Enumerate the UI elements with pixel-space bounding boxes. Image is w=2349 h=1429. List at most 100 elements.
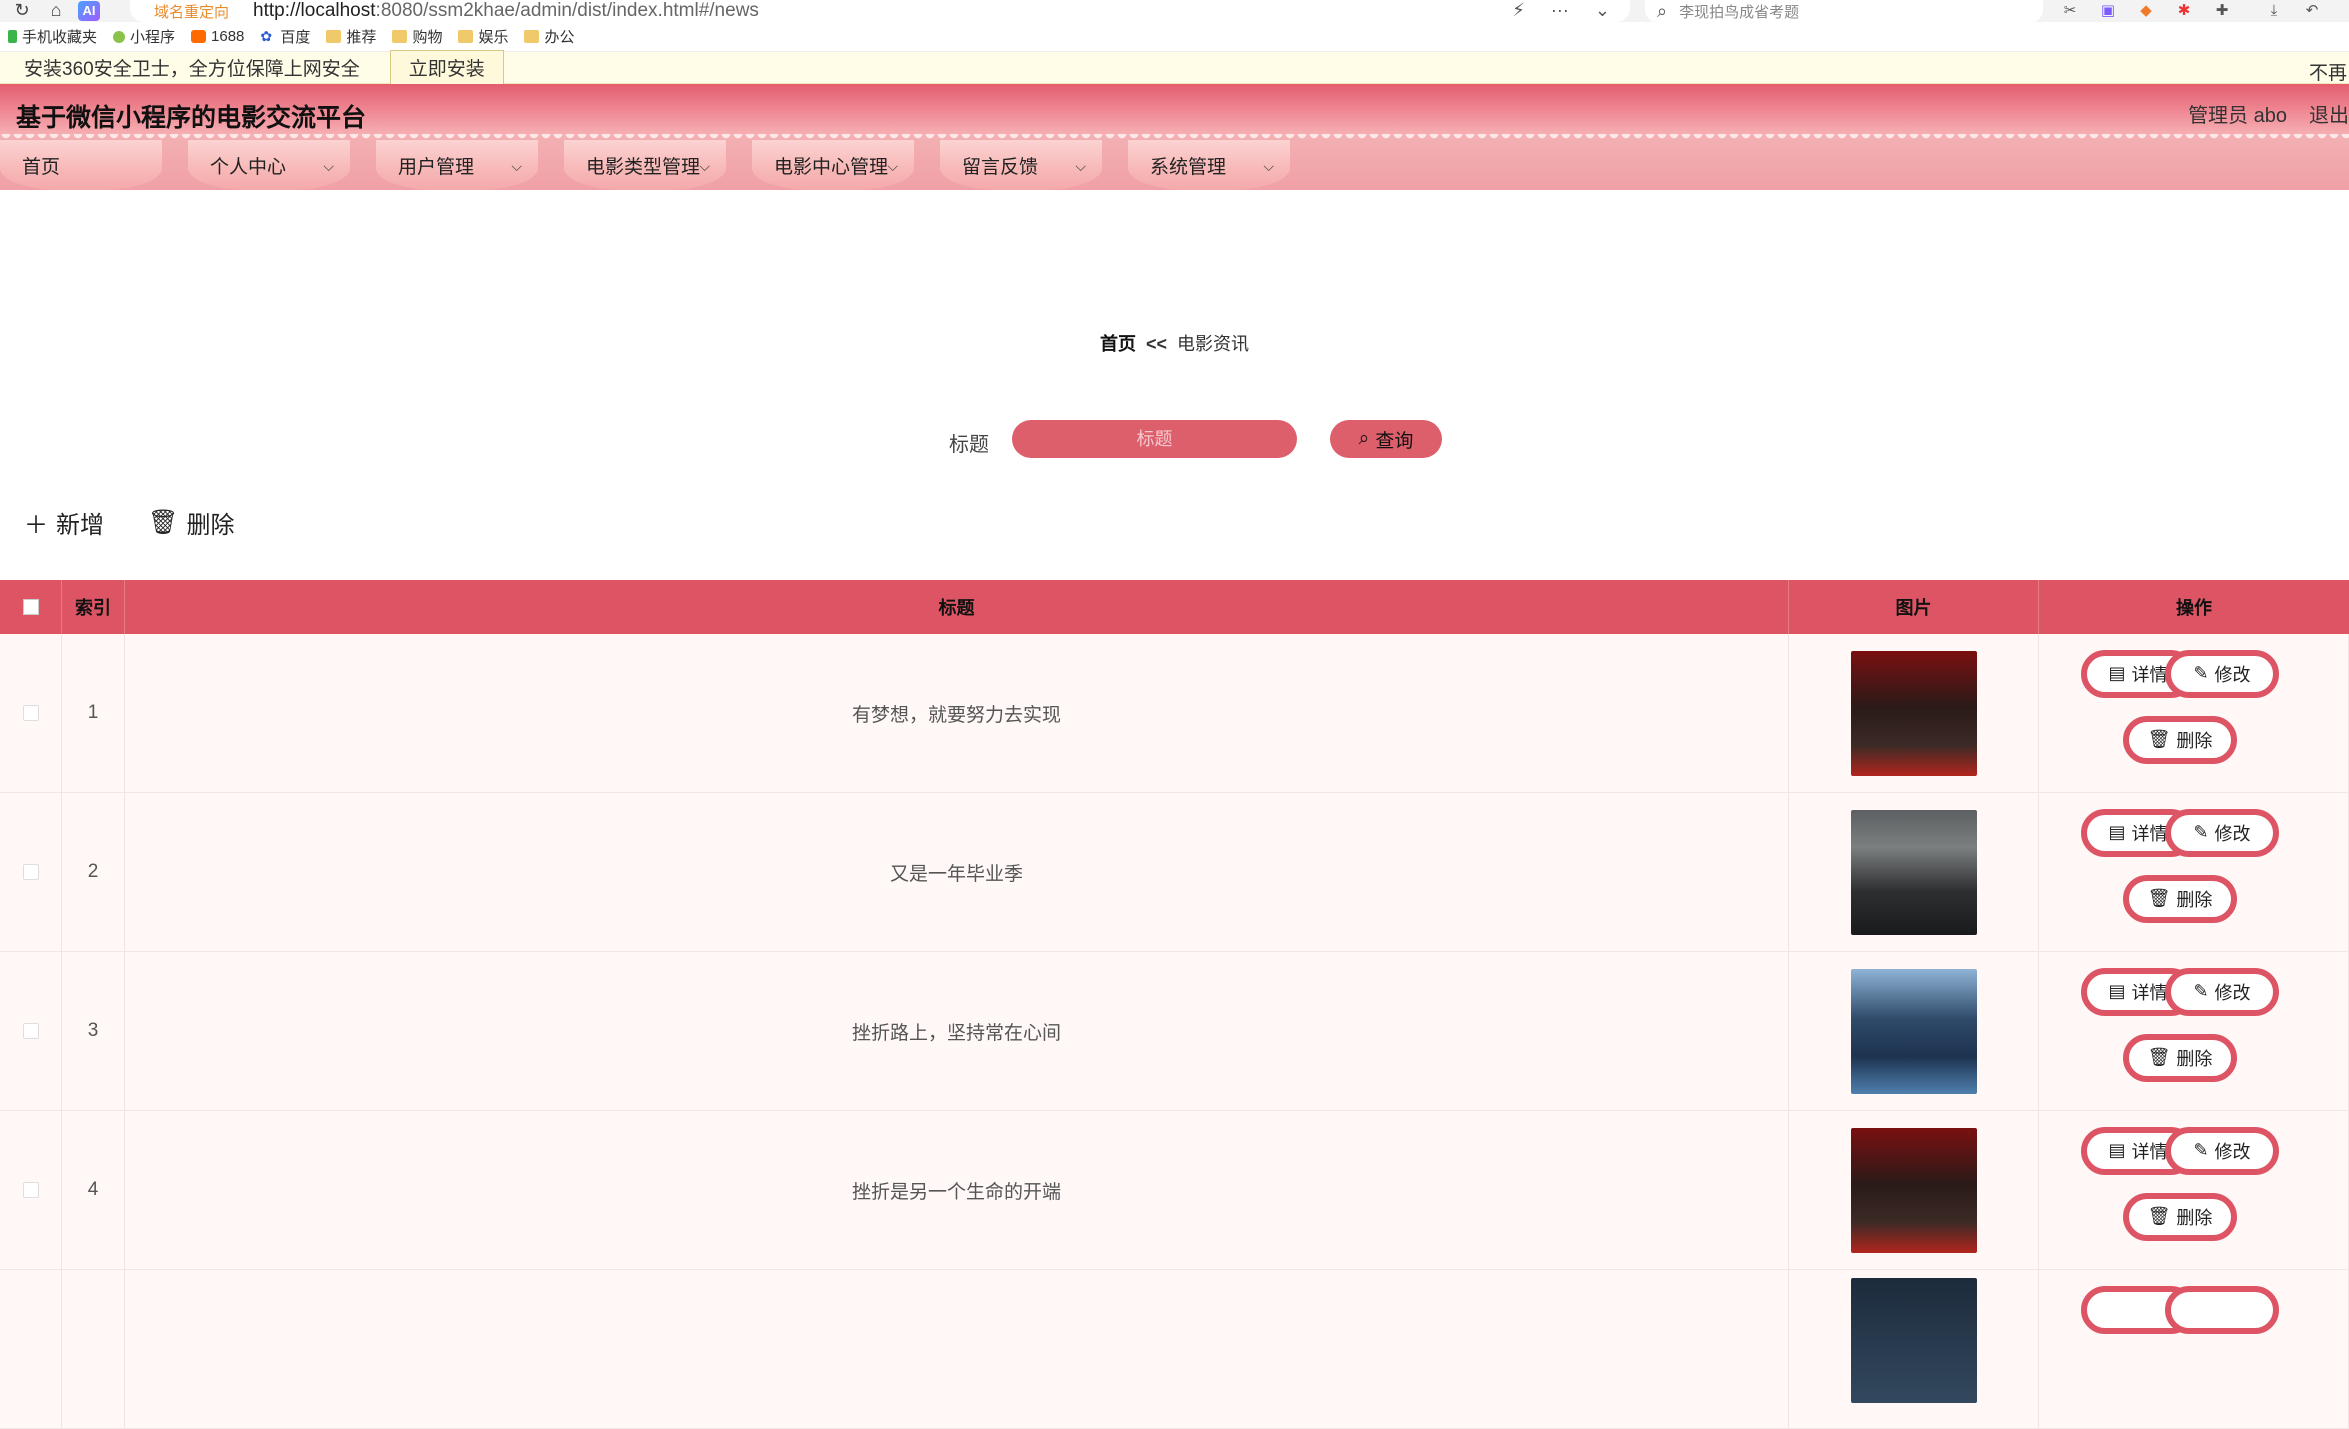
folder-icon xyxy=(524,30,540,43)
reload-icon[interactable]: ↻ xyxy=(10,0,34,22)
translate-icon[interactable]: ▣ xyxy=(2098,2,2118,20)
bookmark-1688[interactable]: 1688 xyxy=(191,28,244,45)
movie-poster-image[interactable] xyxy=(1850,1127,1977,1253)
extension-fox-icon[interactable]: ◆ xyxy=(2136,2,2156,20)
current-user: 管理员 abo xyxy=(2188,105,2287,127)
row-checkbox[interactable] xyxy=(22,1023,39,1039)
select-all-checkbox[interactable] xyxy=(22,599,39,615)
edit-button[interactable]: ✎ 修改 xyxy=(2165,808,2279,857)
nav-home[interactable]: 首页 xyxy=(0,140,162,190)
row-title: 有梦想，就要努力去实现 xyxy=(125,634,1789,792)
edit-button[interactable]: ✎ 修改 xyxy=(2165,1126,2279,1175)
bookmark-folder-shopping[interactable]: 购物 xyxy=(392,26,442,47)
nav-movie-center-management[interactable]: 电影中心管理 ⌵ xyxy=(752,140,914,190)
movie-poster-image[interactable] xyxy=(1850,650,1977,776)
browser-search-box[interactable]: ⌕ 李现拍鸟成省考题 xyxy=(1645,0,2043,22)
movie-poster-image[interactable] xyxy=(1850,1278,1977,1403)
phone-icon xyxy=(8,30,17,43)
delete-button[interactable]: 🗑 删除 xyxy=(2123,1033,2237,1082)
extension-red-icon[interactable]: ✱ xyxy=(2174,2,2194,20)
bookmark-folder-recommend[interactable]: 推荐 xyxy=(326,26,376,47)
pencil-icon: ✎ xyxy=(2193,663,2209,683)
home-icon[interactable]: ⌂ xyxy=(44,0,68,22)
more-icon[interactable]: ··· xyxy=(1551,0,1569,21)
news-table: 索引 标题 图片 操作 1 有梦想，就要努力去实现 ▤ 详情 ✎ 修改 🗑 删除 2 … xyxy=(0,580,2349,1429)
header-image: 图片 xyxy=(1789,580,2039,634)
row-index: 1 xyxy=(62,634,125,792)
add-button[interactable]: ＋新增 xyxy=(24,505,104,540)
dismiss-notice-link[interactable]: 不再 xyxy=(2309,58,2347,85)
delete-button[interactable]: 🗑 删除 xyxy=(2123,874,2237,923)
pencil-icon: ✎ xyxy=(2193,981,2209,1001)
edit-button[interactable]: ✎ 修改 xyxy=(2165,967,2279,1016)
scissors-icon[interactable]: ✂ xyxy=(2060,2,2080,20)
logout-link[interactable]: 退出 xyxy=(2309,99,2349,128)
trash-icon: 🗑 xyxy=(148,509,179,536)
row-checkbox[interactable] xyxy=(22,1182,39,1198)
ai-assistant-icon[interactable]: AI xyxy=(78,1,100,21)
header-title: 标题 xyxy=(125,580,1789,634)
security-notice-bar: 安装360安全卫士，全方位保障上网安全 立即安装 不再 xyxy=(0,50,2349,85)
pencil-icon: ✎ xyxy=(2193,822,2209,842)
miniapp-icon xyxy=(113,30,126,43)
chevron-down-icon: ⌵ xyxy=(699,158,710,174)
table-header: 索引 标题 图片 操作 xyxy=(0,580,2349,634)
edit-button[interactable]: ✎ 修改 xyxy=(2165,649,2279,698)
table-row: 3 挫折路上，坚持常在心间 ▤ 详情 ✎ 修改 🗑 删除 xyxy=(0,952,2349,1111)
row-index: 2 xyxy=(62,793,125,951)
delete-button[interactable]: 🗑 删除 xyxy=(2123,715,2237,764)
row-index: 4 xyxy=(62,1111,125,1269)
trash-icon: 🗑 xyxy=(2147,1206,2171,1226)
batch-delete-button[interactable]: 🗑 删除 xyxy=(148,505,234,540)
nav-feedback[interactable]: 留言反馈 ⌵ xyxy=(940,140,1102,190)
title-row: 基于微信小程序的电影交流平台 管理员 abo 退出 xyxy=(0,84,2349,136)
bookmark-folder-office[interactable]: 办公 xyxy=(524,26,574,47)
download-icon[interactable]: ⤓ xyxy=(2264,2,2284,20)
main-nav: 首页 个人中心 ⌵ 用户管理 ⌵ 电影类型管理 ⌵ 电影中心管理 ⌵ 留言反馈 ⌵ 系统管… xyxy=(0,140,1316,190)
table-toolbar: ＋新增 🗑 删除 xyxy=(24,505,234,540)
search-icon: ⌕ xyxy=(1657,0,1668,21)
row-checkbox[interactable] xyxy=(22,705,39,721)
trash-icon: 🗑 xyxy=(2147,1047,2171,1067)
row-title: 又是一年毕业季 xyxy=(125,793,1789,951)
nav-movie-type-management[interactable]: 电影类型管理 ⌵ xyxy=(564,140,726,190)
query-button[interactable]: ⌕ 查询 xyxy=(1330,420,1442,458)
install-button[interactable]: 立即安装 xyxy=(389,50,504,85)
breadcrumb-current: 电影资讯 xyxy=(1177,334,1250,354)
search-form: 标题 ⌕ 查询 xyxy=(0,420,2349,458)
row-checkbox[interactable] xyxy=(22,864,39,880)
chevron-down-icon: ⌵ xyxy=(511,158,522,174)
breadcrumb-separator: << xyxy=(1145,334,1168,354)
lightning-icon[interactable]: ⚡ xyxy=(1512,0,1525,21)
bookmark-baidu[interactable]: ✿ 百度 xyxy=(260,26,310,47)
undo-icon[interactable]: ↶ xyxy=(2302,2,2322,20)
url-text: http://localhost:8080/ssm2khae/admin/dis… xyxy=(253,0,759,21)
document-icon: ▤ xyxy=(2108,663,2126,683)
movie-poster-image[interactable] xyxy=(1850,809,1977,935)
address-bar[interactable]: 域名重定向 http://localhost:8080/ssm2khae/adm… xyxy=(130,0,1630,22)
folder-icon xyxy=(392,30,408,43)
delete-button[interactable]: 🗑 删除 xyxy=(2123,1192,2237,1241)
redirect-tag: 域名重定向 xyxy=(154,3,230,21)
nav-user-management[interactable]: 用户管理 ⌵ xyxy=(376,140,538,190)
chevron-down-icon[interactable]: ⌄ xyxy=(1595,0,1610,21)
bookmark-miniapp[interactable]: 小程序 xyxy=(113,26,175,47)
puzzle-icon[interactable]: ✚ xyxy=(2212,2,2232,20)
header-index: 索引 xyxy=(62,580,125,634)
edit-button[interactable] xyxy=(2165,1285,2279,1334)
nav-personal-center[interactable]: 个人中心 ⌵ xyxy=(188,140,350,190)
chevron-down-icon: ⌵ xyxy=(1263,158,1274,174)
folder-icon xyxy=(326,30,342,43)
table-row: 1 有梦想，就要努力去实现 ▤ 详情 ✎ 修改 🗑 删除 xyxy=(0,634,2349,793)
bookmark-folder-entertainment[interactable]: 娱乐 xyxy=(458,26,508,47)
document-icon: ▤ xyxy=(2108,822,2126,842)
bookmark-phone[interactable]: 手机收藏夹 xyxy=(8,26,97,47)
pencil-icon: ✎ xyxy=(2193,1140,2209,1160)
movie-poster-image[interactable] xyxy=(1850,968,1977,1094)
nav-system-management[interactable]: 系统管理 ⌵ xyxy=(1128,140,1290,190)
title-search-input[interactable] xyxy=(1012,420,1297,458)
row-index: 3 xyxy=(62,952,125,1110)
row-title: 挫折是另一个生命的开端 xyxy=(125,1111,1789,1269)
breadcrumb-home[interactable]: 首页 xyxy=(1100,334,1136,354)
chevron-down-icon: ⌵ xyxy=(323,158,334,174)
